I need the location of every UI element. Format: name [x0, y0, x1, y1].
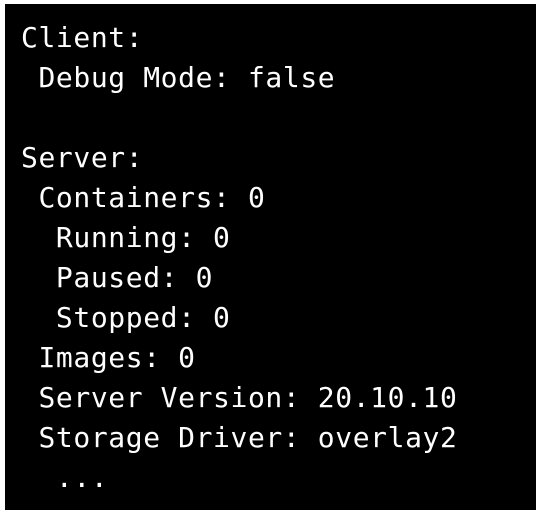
paused-line: Paused: 0: [21, 261, 214, 294]
terminal-output: Client: Debug Mode: false Server: Contai…: [5, 4, 536, 510]
stopped-line: Stopped: 0: [21, 301, 231, 334]
images-line: Images: 0: [21, 341, 196, 374]
debug-mode-line: Debug Mode: false: [21, 61, 336, 94]
server-version-line: Server Version: 20.10.10: [21, 381, 458, 414]
client-heading: Client:: [21, 21, 144, 54]
storage-driver-line: Storage Driver: overlay2: [21, 421, 458, 454]
containers-line: Containers: 0: [21, 181, 266, 214]
running-line: Running: 0: [21, 221, 231, 254]
server-heading: Server:: [21, 141, 144, 174]
ellipsis-line: ...: [21, 461, 109, 494]
